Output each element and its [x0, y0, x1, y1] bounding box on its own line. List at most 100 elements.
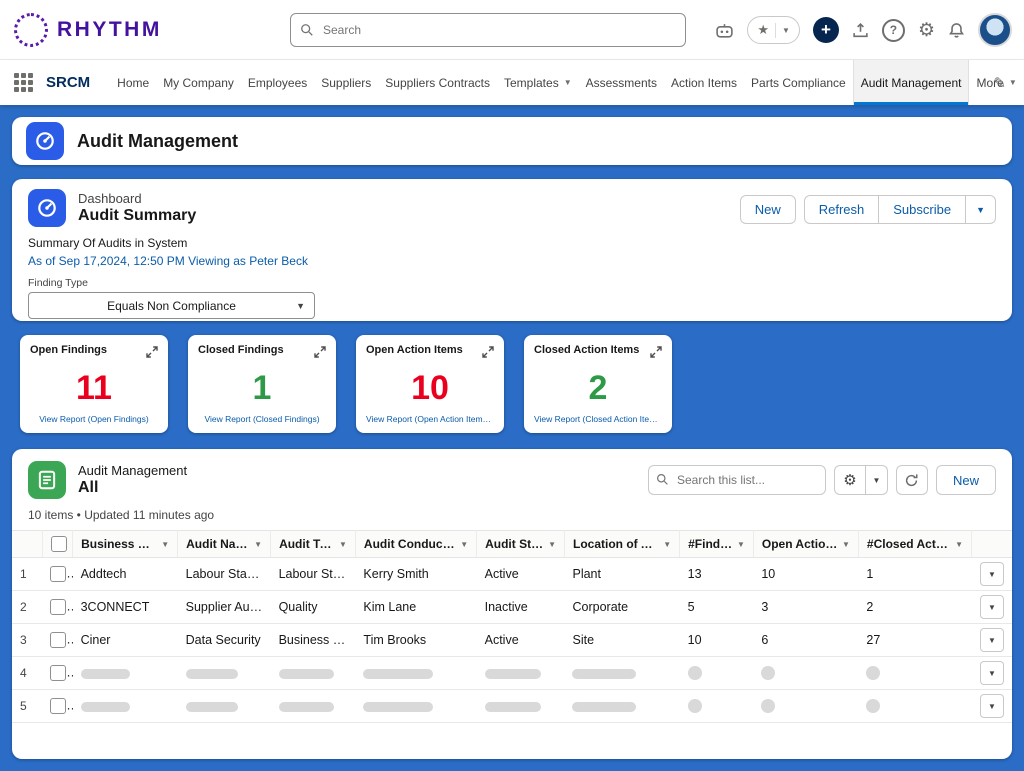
setup-gear-icon[interactable]: ⚙	[918, 21, 935, 40]
app-launcher-icon[interactable]	[14, 73, 33, 92]
tab-action-items[interactable]: Action Items	[664, 60, 744, 105]
favorites-pill[interactable]: ★ ▼	[747, 16, 800, 44]
tab-assessments[interactable]: Assessments	[579, 60, 664, 105]
list-controls: ⚙ ▼ New	[648, 465, 996, 495]
user-avatar[interactable]	[978, 13, 1012, 47]
column-header-location-of-audit[interactable]: Location of Audit▼	[564, 531, 679, 558]
view-report-link[interactable]: View Report (Open Findings)	[30, 414, 158, 424]
column-header-closed-action[interactable]: #Closed Action...▼	[858, 531, 971, 558]
expand-icon[interactable]	[482, 345, 494, 363]
chevron-down-icon: ▼	[1009, 78, 1017, 87]
guidance-center-icon[interactable]	[852, 22, 869, 39]
cell-audit-name: Data Security	[178, 624, 271, 657]
cell-audit-conducted-by	[355, 657, 476, 690]
row-number: 3	[12, 624, 42, 657]
view-report-link[interactable]: View Report (Open Action Items - Finding…	[366, 414, 494, 424]
finding-type-filter[interactable]: Equals Non Compliance ▼	[28, 292, 315, 319]
skeleton-placeholder	[485, 669, 542, 679]
row-checkbox[interactable]	[50, 665, 66, 681]
edit-nav-pencil-icon[interactable]: ✎	[993, 74, 1006, 92]
tab-parts-compliance[interactable]: Parts Compliance	[744, 60, 853, 105]
select-all-header[interactable]	[42, 531, 72, 558]
row-actions-button[interactable]: ▼	[980, 595, 1004, 619]
dashboard-actions: New Refresh Subscribe ▼	[740, 195, 996, 224]
cell-audit-name: Supplier Audit	[178, 591, 271, 624]
expand-icon[interactable]	[650, 345, 662, 363]
expand-icon[interactable]	[146, 345, 158, 363]
einstein-assistant-icon[interactable]	[715, 23, 734, 38]
row-actions-cell: ▼	[972, 558, 1012, 591]
refresh-button[interactable]: Refresh	[804, 195, 880, 224]
column-header-audit-type[interactable]: Audit Type▼	[271, 531, 356, 558]
subscribe-button[interactable]: Subscribe	[879, 195, 966, 224]
global-actions-icon[interactable]: +	[813, 17, 839, 43]
tab-home[interactable]: Home	[110, 60, 156, 105]
list-settings-chevron-icon[interactable]: ▼	[866, 465, 888, 495]
notifications-bell-icon[interactable]	[948, 22, 965, 39]
page-header-card: Audit Management	[12, 117, 1012, 165]
list-settings-gear-icon[interactable]: ⚙	[834, 465, 866, 495]
dashboard-more-actions-button[interactable]: ▼	[966, 195, 996, 224]
rhythm-logo-icon	[14, 13, 48, 47]
row-checkbox[interactable]	[50, 698, 66, 714]
metric-value: 1	[198, 363, 326, 414]
cell-business-name: 3CONNECT	[73, 591, 178, 624]
row-actions-button[interactable]: ▼	[980, 694, 1004, 718]
global-search-input[interactable]	[290, 13, 686, 47]
skeleton-placeholder	[81, 702, 130, 712]
table-row: 3CinerData SecurityBusiness EthicsTim Br…	[12, 624, 1012, 657]
column-header-business-name[interactable]: Business Name▼	[73, 531, 178, 558]
tab-suppliers-contracts[interactable]: Suppliers Contracts	[378, 60, 497, 105]
row-actions-button[interactable]: ▼	[980, 661, 1004, 685]
cell-audit-type	[271, 690, 356, 723]
list-titles: Audit Management All	[78, 463, 187, 497]
list-view-name[interactable]: All	[78, 479, 187, 497]
finding-type-label: Finding Type	[28, 277, 996, 289]
new-button[interactable]: New	[740, 195, 796, 224]
metric-value: 2	[534, 363, 662, 414]
tab-audit-management[interactable]: Audit Management	[853, 60, 970, 105]
cell-closed-action	[858, 690, 971, 723]
cell-location-of-audit: Site	[564, 624, 679, 657]
cell-audit-name	[178, 690, 271, 723]
row-actions-button[interactable]: ▼	[980, 562, 1004, 586]
column-header-findings[interactable]: #Findings▼	[680, 531, 754, 558]
column-header-audit-conducted[interactable]: Audit Conducted...▼	[355, 531, 476, 558]
view-report-link[interactable]: View Report (Closed Findings)	[198, 414, 326, 424]
tab-employees[interactable]: Employees	[241, 60, 314, 105]
skeleton-placeholder	[363, 669, 432, 679]
cell-findings	[680, 657, 754, 690]
chevron-down-icon: ▼	[296, 301, 305, 311]
list-new-button[interactable]: New	[936, 465, 996, 495]
row-checkbox[interactable]	[50, 566, 66, 582]
list-refresh-button[interactable]	[896, 465, 928, 495]
tab-templates[interactable]: Templates▼	[497, 60, 579, 105]
list-search-input[interactable]	[648, 465, 826, 495]
row-checkbox[interactable]	[50, 599, 66, 615]
tab-my-company[interactable]: My Company	[156, 60, 241, 105]
list-settings-split-button: ⚙ ▼	[834, 465, 888, 495]
column-header-open-action[interactable]: Open Action...▼	[753, 531, 858, 558]
nav-tabs: Home My Company Employees Suppliers Supp…	[110, 60, 1024, 105]
column-header-audit-name[interactable]: Audit Name▼	[178, 531, 271, 558]
skeleton-placeholder	[866, 699, 880, 713]
chevron-down-icon: ▼	[782, 26, 790, 35]
list-entity-label: Audit Management	[78, 463, 187, 478]
help-icon[interactable]: ?	[882, 19, 905, 42]
select-all-checkbox[interactable]	[51, 536, 67, 552]
skeleton-placeholder	[761, 699, 775, 713]
cell-audit-conducted-by	[355, 690, 476, 723]
global-search	[290, 13, 686, 47]
table-row: 4▼	[12, 657, 1012, 690]
table-row: 1AddtechLabour StandardLabour Stan...Ker…	[12, 558, 1012, 591]
row-checkbox[interactable]	[50, 632, 66, 648]
view-report-link[interactable]: View Report (Closed Action Items - Findi…	[534, 414, 662, 424]
tab-suppliers[interactable]: Suppliers	[314, 60, 378, 105]
row-actions-button[interactable]: ▼	[980, 628, 1004, 652]
cell-location-of-audit	[564, 657, 679, 690]
dashboard-icon	[28, 189, 66, 227]
page-title: Audit Management	[77, 131, 238, 152]
expand-icon[interactable]	[314, 345, 326, 363]
column-header-audit-status[interactable]: Audit Status▼	[477, 531, 565, 558]
row-checkbox-cell	[42, 657, 72, 690]
